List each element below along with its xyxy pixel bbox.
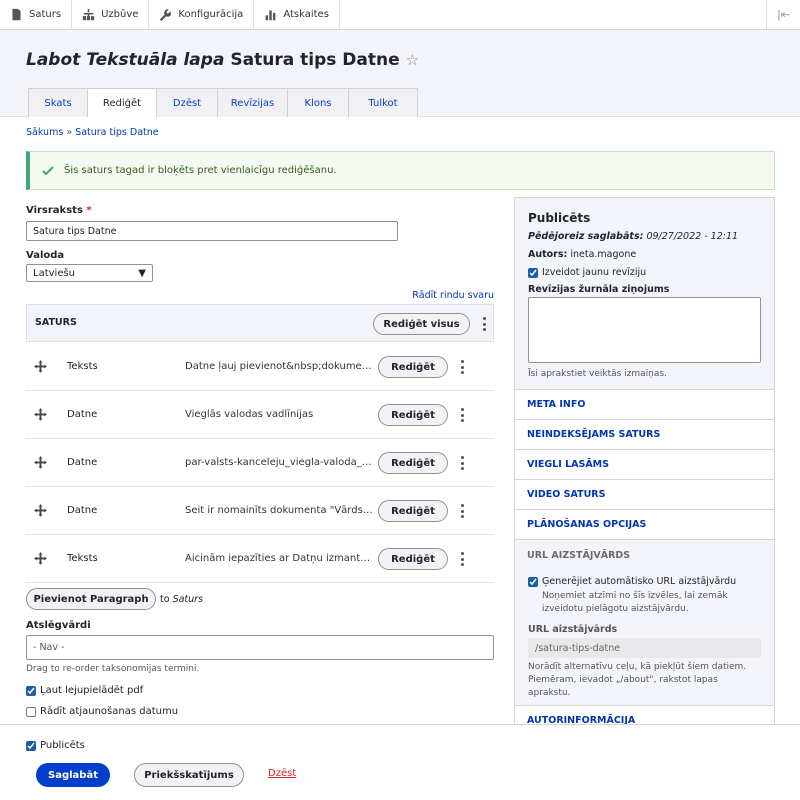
tab-delete[interactable]: Dzēst: [156, 88, 218, 117]
revision-log-textarea[interactable]: [528, 297, 761, 363]
published-checkbox[interactable]: [26, 741, 36, 751]
edit-all-button[interactable]: Rediģēt visus: [373, 313, 470, 335]
drag-handle-icon[interactable]: [34, 504, 47, 517]
revision-log-label: Revīzijas žurnāla ziņojums: [528, 284, 670, 295]
meta-sidebar: Publicēts Pēdējoreiz saglabāts: 09/27/20…: [514, 197, 775, 800]
drag-handle-icon[interactable]: [34, 408, 47, 421]
last-saved: Pēdējoreiz saglabāts: 09/27/2022 - 12:11: [528, 231, 739, 242]
page-header: Labot Tekstuāla lapa Satura tips Datne ☆…: [0, 30, 800, 118]
drag-handle-icon[interactable]: [34, 456, 47, 469]
published-label: Publicēts: [40, 740, 85, 751]
new-revision-label: Izveidot jaunu revīziju: [542, 267, 647, 278]
show-update-date-label: Rādīt atjaunošanas datumu: [40, 706, 179, 717]
chevron-down-icon: ▼: [138, 267, 146, 279]
checkmark-icon: [42, 165, 54, 175]
add-paragraph-target: to Saturs: [160, 594, 204, 605]
section-noindex[interactable]: NEINDEKSĒJAMS SATURS: [515, 420, 774, 450]
tab-clone[interactable]: Klons: [287, 88, 349, 117]
toolbar-item-content[interactable]: Saturs: [0, 0, 73, 29]
paragraph-row: Datne Šeit ir nomainīts dokumenta "Vārds…: [26, 487, 494, 535]
allow-pdf-label: Ļaut lejupielādēt pdf: [40, 685, 144, 696]
more-actions-icon[interactable]: [457, 550, 467, 568]
wrench-icon: [160, 9, 172, 21]
section-meta-info[interactable]: META INFO: [515, 390, 774, 420]
local-tasks-tabs: Skats Rediģēt Dzēst Revīzijas Klons Tulk…: [28, 88, 418, 118]
breadcrumb-current[interactable]: Satura tips Datne: [75, 127, 158, 138]
star-icon[interactable]: ☆: [406, 51, 419, 69]
drag-handle-icon[interactable]: [34, 360, 47, 373]
status-title: Publicēts: [528, 211, 591, 225]
language-select[interactable]: Latviešu ▼: [26, 264, 153, 282]
section-video[interactable]: VIDEO SATURS: [515, 480, 774, 510]
more-actions-icon[interactable]: [457, 502, 467, 520]
more-actions-icon[interactable]: [457, 358, 467, 376]
more-actions-icon[interactable]: [457, 454, 467, 472]
tab-edit[interactable]: Rediģēt: [87, 88, 157, 118]
toolbar-item-configuration[interactable]: Konfigurācija: [149, 0, 255, 29]
generate-url-label: Ģenerējiet automātisko URL aizstājvārdu: [542, 576, 737, 587]
admin-toolbar: Saturs Uzbūve Konfigurācija Atskaites |⇤: [0, 0, 800, 30]
toolbar-item-structure[interactable]: Uzbūve: [72, 0, 150, 29]
edit-paragraph-button[interactable]: Rediģēt: [378, 452, 448, 474]
url-alias-panel: URL AIZSTĀJVĀRDS Ģenerējiet automātisko …: [515, 540, 774, 706]
paragraphs-header: SATURS Rediģēt visus: [26, 304, 494, 342]
allow-pdf-checkbox[interactable]: [26, 686, 36, 696]
title-label: Virsraksts *: [26, 205, 92, 216]
more-actions-icon[interactable]: [479, 315, 489, 333]
author-line: Autors: ineta.magone: [528, 249, 637, 260]
edit-paragraph-button[interactable]: Rediģēt: [378, 548, 448, 570]
title-input[interactable]: Satura tips Datne: [26, 221, 398, 241]
bar-chart-icon: [265, 10, 276, 21]
keywords-label: Atslēgvārdi: [26, 620, 91, 631]
keywords-help: Drag to re-order taksonomijas termini.: [26, 664, 200, 674]
paragraph-row: Teksts Aicinām iepazīties ar Datņu izman…: [26, 535, 494, 583]
tab-translate[interactable]: Tulkot: [348, 88, 418, 117]
url-alias-label: URL aizstājvārds: [528, 624, 618, 635]
tab-revisions[interactable]: Revīzijas: [217, 88, 288, 117]
generate-url-help: Noņemiet atzīmi no šīs izvēles, lai zemā…: [542, 591, 728, 614]
preview-button[interactable]: Priekšskatījums: [134, 763, 244, 787]
paragraph-row: Datne par-valsts-kanceleju_viegla-valoda…: [26, 439, 494, 487]
revision-log-help: Īsi aprakstiet veiktās izmaiņas.: [528, 369, 667, 379]
add-paragraph-button[interactable]: Pievienot Paragraph: [26, 588, 156, 610]
keywords-input[interactable]: - Nav -: [26, 635, 494, 660]
url-alias-help: Norādīt alternatīvu ceļu, kā piekļūt šie…: [528, 662, 747, 698]
publish-summary: Publicēts Pēdējoreiz saglabāts: 09/27/20…: [515, 198, 774, 390]
file-icon: [12, 8, 21, 21]
paragraph-row: Datne Vieglās valodas vadlīnijas Rediģēt: [26, 391, 494, 439]
main-content: Sākums » Satura tips Datne Šis saturs ta…: [0, 117, 800, 800]
save-button[interactable]: Saglabāt: [36, 763, 110, 787]
new-revision-checkbox[interactable]: [528, 268, 538, 278]
breadcrumb: Sākums » Satura tips Datne: [26, 127, 159, 138]
url-alias-heading[interactable]: URL AIZSTĀJVĀRDS: [527, 550, 630, 561]
section-scheduling[interactable]: PLĀNOŠANAS OPCIJAS: [515, 510, 774, 540]
edit-paragraph-button[interactable]: Rediģēt: [378, 356, 448, 378]
tab-view[interactable]: Skats: [28, 88, 88, 117]
show-update-date-checkbox[interactable]: [26, 707, 36, 717]
paragraph-row: Teksts Datne ļauj pievienot&nbsp;dokumen…: [26, 343, 494, 391]
collapse-sidebar-icon[interactable]: |⇤: [766, 0, 800, 29]
edit-paragraph-button[interactable]: Rediģēt: [378, 404, 448, 426]
drag-handle-icon[interactable]: [34, 552, 47, 565]
edit-paragraph-button[interactable]: Rediģēt: [378, 500, 448, 522]
status-message: Šis saturs tagad ir bloķēts pret vienlai…: [26, 151, 775, 190]
toolbar-item-reports[interactable]: Atskaites: [254, 0, 340, 29]
delete-link[interactable]: Dzēst: [268, 768, 296, 779]
generate-url-checkbox[interactable]: [528, 577, 538, 587]
language-label: Valoda: [26, 250, 65, 261]
more-actions-icon[interactable]: [457, 406, 467, 424]
form-actions: Publicēts Saglabāt Priekšskatījums Dzēst: [0, 724, 800, 800]
section-easy-read[interactable]: VIEGLI LASĀMS: [515, 450, 774, 480]
show-row-weights-link[interactable]: Rādīt rindu svaru: [412, 290, 494, 301]
page-title: Labot Tekstuāla lapa Satura tips Datne ☆: [26, 50, 420, 70]
breadcrumb-home[interactable]: Sākums: [26, 127, 63, 138]
structure-icon: [82, 8, 95, 21]
url-alias-input: /satura-tips-datne: [528, 638, 761, 658]
